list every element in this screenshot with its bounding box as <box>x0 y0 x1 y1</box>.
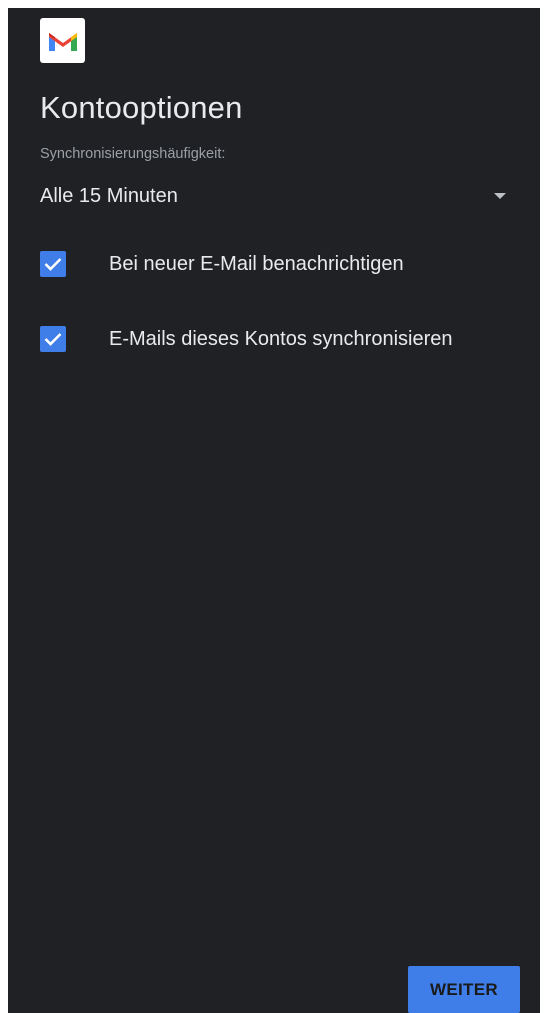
sync-account-mails-label: E-Mails dieses Kontos synchronisieren <box>109 327 453 350</box>
checkmark-icon <box>44 333 62 346</box>
account-options-screen: Kontooptionen Synchronisierungshäufigkei… <box>8 8 540 1013</box>
gmail-icon <box>48 32 77 51</box>
checkmark-icon <box>44 258 62 271</box>
sync-frequency-dropdown[interactable]: Alle 15 Minuten <box>40 176 510 216</box>
notify-new-mail-label: Bei neuer E-Mail benachrichtigen <box>109 252 404 275</box>
sync-frequency-value: Alle 15 Minuten <box>40 184 178 207</box>
next-button[interactable]: WEITER <box>408 966 520 1013</box>
notify-new-mail-option[interactable]: Bei neuer E-Mail benachrichtigen <box>40 242 520 286</box>
sync-frequency-label: Synchronisierungshäufigkeit: <box>40 146 226 162</box>
sync-account-mails-option[interactable]: E-Mails dieses Kontos synchronisieren <box>40 317 520 361</box>
page-title: Kontooptionen <box>40 90 243 125</box>
gmail-logo <box>40 18 85 63</box>
sync-account-mails-checkbox[interactable] <box>40 326 66 352</box>
dropdown-arrow-icon <box>494 193 506 199</box>
notify-new-mail-checkbox[interactable] <box>40 251 66 277</box>
